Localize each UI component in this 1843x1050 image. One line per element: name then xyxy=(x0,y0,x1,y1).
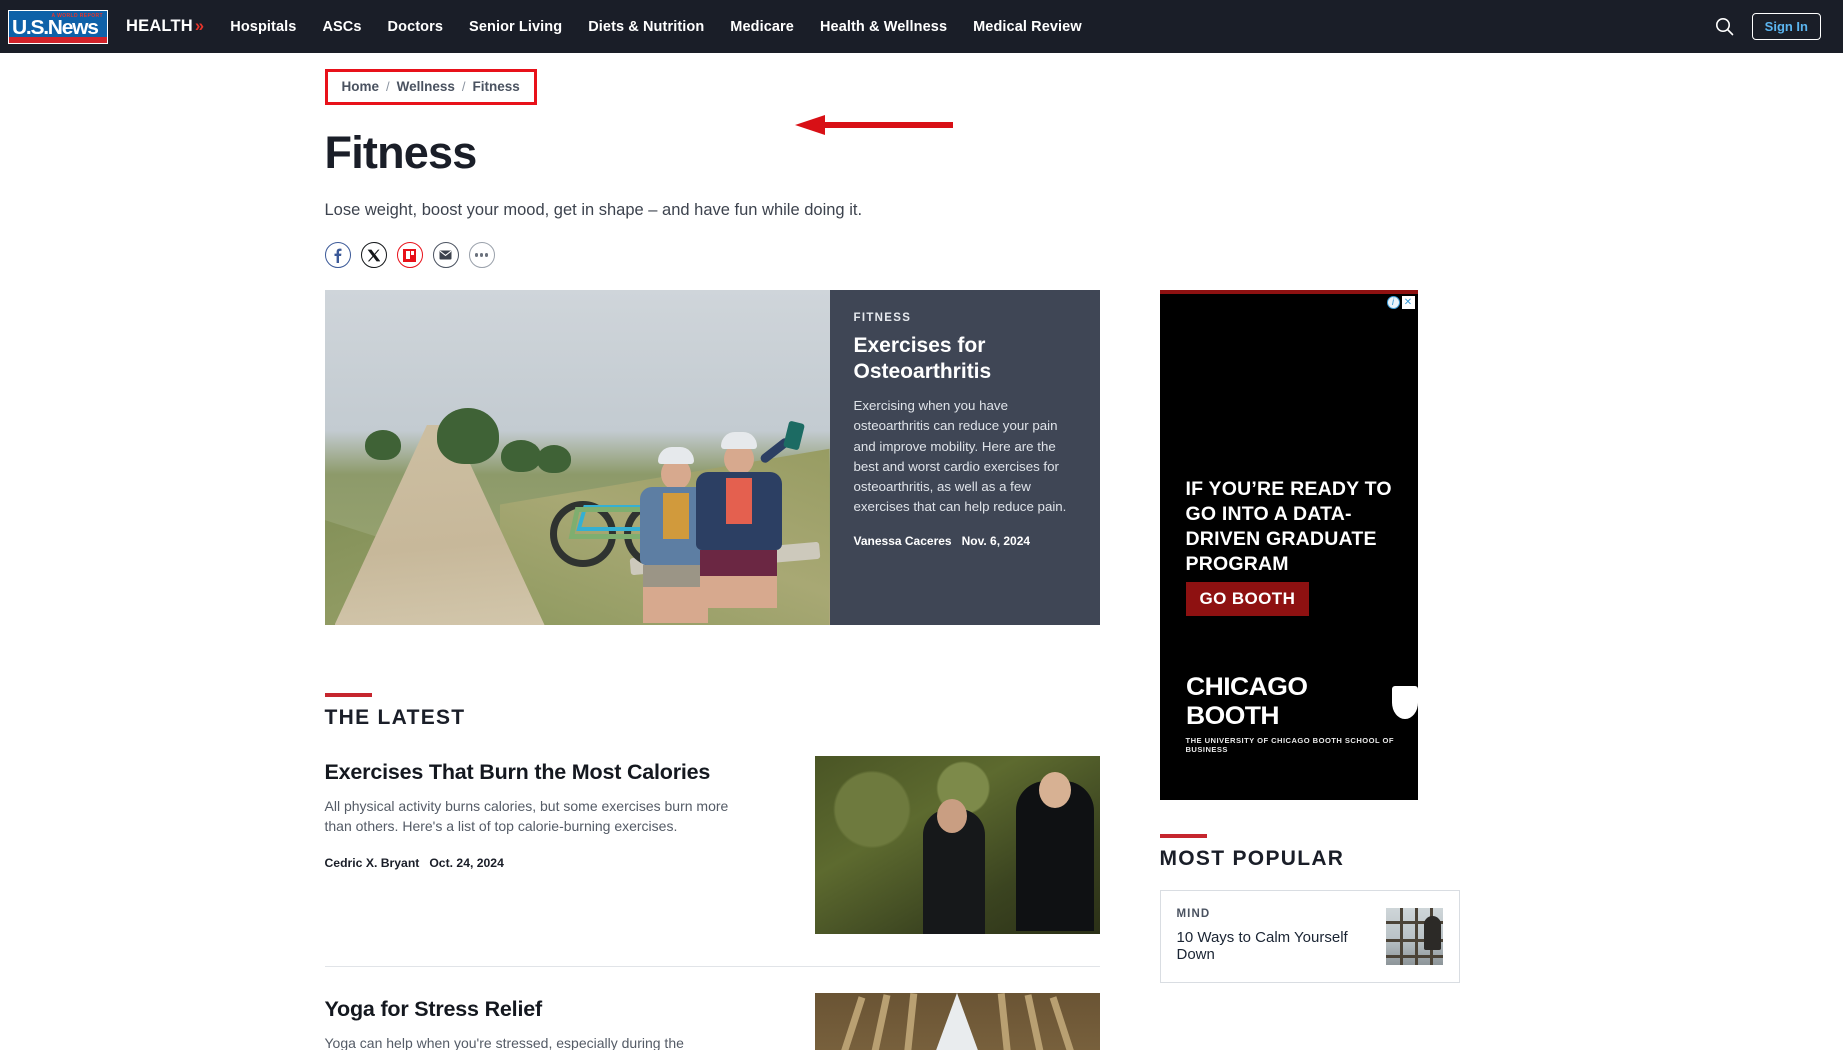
article-meta: Cedric X. Bryant Oct. 24, 2024 xyxy=(325,856,787,870)
main-column: FITNESS Exercises for Osteoarthritis Exe… xyxy=(324,290,1100,1050)
article-title[interactable]: Yoga for Stress Relief xyxy=(325,997,787,1022)
article-thumbnail[interactable] xyxy=(814,756,1100,934)
ad-controls: i ✕ xyxy=(1386,296,1415,309)
page-subtitle: Lose weight, boost your mood, get in sha… xyxy=(324,201,863,219)
most-popular-kicker: MIND xyxy=(1176,908,1211,920)
article-title[interactable]: Exercises That Burn the Most Calories xyxy=(325,760,787,785)
share-row xyxy=(324,242,1572,268)
article-row[interactable]: Exercises That Burn the Most Calories Al… xyxy=(324,730,1100,967)
ellipsis-glyph xyxy=(474,253,489,257)
breadcrumb[interactable]: Home / Wellness / Fitness xyxy=(324,69,537,105)
top-navigation-bar: A WORLD REPORT U.S.News HEALTH» Hospital… xyxy=(0,0,1843,53)
x-twitter-share-icon[interactable] xyxy=(360,242,387,268)
ad-info-icon[interactable]: i xyxy=(1386,296,1400,309)
flipboard-glyph xyxy=(403,248,416,262)
hero-phone xyxy=(782,420,805,451)
nav-link-health-wellness[interactable]: Health & Wellness xyxy=(820,19,947,35)
annotation-arrow-icon xyxy=(794,115,953,135)
ad-logo-wordmark: CHICAGO BOOTH xyxy=(1185,673,1308,730)
flipboard-share-icon[interactable] xyxy=(396,242,423,268)
nav-links: Hospitals ASCs Doctors Senior Living Die… xyxy=(230,19,1081,35)
nav-link-doctors[interactable]: Doctors xyxy=(388,19,444,35)
nav-link-hospitals[interactable]: Hospitals xyxy=(230,19,296,35)
email-share-icon[interactable] xyxy=(432,242,459,268)
hero-date: Nov. 6, 2024 xyxy=(961,534,1031,549)
list-item[interactable]: MIND 10 Ways to Calm Yourself Down xyxy=(1159,890,1460,983)
hero-image xyxy=(324,290,830,625)
search-icon[interactable] xyxy=(1715,17,1734,36)
article-body: Exercises That Burn the Most Calories Al… xyxy=(325,756,787,870)
lamp-silhouette xyxy=(1423,916,1441,950)
runner-face-left xyxy=(937,798,968,833)
hero-description: Exercising when you have osteoarthritis … xyxy=(853,398,1067,515)
more-share-icon[interactable] xyxy=(468,242,495,268)
hero-card[interactable]: FITNESS Exercises for Osteoarthritis Exe… xyxy=(324,290,1100,625)
article-thumbnail[interactable] xyxy=(814,993,1100,1050)
nav-section-health[interactable]: HEALTH» xyxy=(126,17,204,36)
article-author: Cedric X. Bryant xyxy=(324,855,420,870)
hero-person-right xyxy=(695,420,805,608)
most-popular-section: MOST POPULAR MIND 10 Ways to Calm Yourse… xyxy=(1159,834,1460,983)
nav-link-diets-nutrition[interactable]: Diets & Nutrition xyxy=(588,19,704,35)
most-popular-title[interactable]: 10 Ways to Calm Yourself Down xyxy=(1177,929,1372,963)
sidebar-column: i ✕ IF YOU’RE READY TO GO INTO A DATA-DR… xyxy=(1159,290,1460,983)
most-popular-thumbnail[interactable] xyxy=(1385,908,1443,965)
nav-right-group: Sign In xyxy=(1715,13,1821,40)
ad-advertiser-logo: CHICAGO BOOTH THE UNIVERSITY OF CHICAGO … xyxy=(1186,673,1418,754)
chevron-right-icon: » xyxy=(194,17,205,35)
main-grid: FITNESS Exercises for Osteoarthritis Exe… xyxy=(324,290,1572,1050)
article-body: Yoga for Stress Relief Yoga can help whe… xyxy=(325,993,787,1050)
yoga-pavilion-image xyxy=(814,993,1100,1050)
section-rule xyxy=(324,693,372,697)
page-body: Home / Wellness / Fitness Fitness Lose w… xyxy=(0,53,1843,1050)
hero-tree-mid xyxy=(500,440,541,472)
article-date: Oct. 24, 2024 xyxy=(429,855,504,870)
nav-link-medical-review[interactable]: Medical Review xyxy=(973,19,1082,35)
sign-in-button[interactable]: Sign In xyxy=(1751,13,1821,40)
hero-tree-small xyxy=(364,430,401,460)
ad-close-icon[interactable]: ✕ xyxy=(1401,296,1415,309)
breadcrumb-item-fitness[interactable]: Fitness xyxy=(473,79,520,94)
most-popular-body: MIND 10 Ways to Calm Yourself Down xyxy=(1177,908,1372,963)
hero-kicker: FITNESS xyxy=(853,312,912,324)
ad-headline: IF YOU’RE READY TO GO INTO A DATA-DRIVEN… xyxy=(1185,478,1392,575)
facebook-share-icon[interactable] xyxy=(324,242,351,268)
breadcrumb-item-wellness[interactable]: Wellness xyxy=(397,79,455,94)
ad-cta-button[interactable]: GO BOOTH xyxy=(1185,582,1310,616)
content-container: Home / Wellness / Fitness Fitness Lose w… xyxy=(272,53,1572,1050)
nav-section-label: HEALTH xyxy=(126,17,193,35)
breadcrumb-separator: / xyxy=(461,79,466,94)
most-popular-heading: MOST POPULAR xyxy=(1159,847,1345,870)
advertisement[interactable]: i ✕ IF YOU’RE READY TO GO INTO A DATA-DR… xyxy=(1159,290,1418,800)
hero-meta: Vanessa Caceres Nov. 6, 2024 xyxy=(854,534,1076,548)
hero-title[interactable]: Exercises for Osteoarthritis xyxy=(854,333,1076,384)
hero-tree-large xyxy=(436,408,499,464)
hero-author: Vanessa Caceres xyxy=(853,534,952,549)
breadcrumb-item-home[interactable]: Home xyxy=(342,79,380,94)
breadcrumb-zone: Home / Wellness / Fitness xyxy=(324,53,1572,135)
nav-link-senior-living[interactable]: Senior Living xyxy=(469,19,562,35)
hero-text-panel: FITNESS Exercises for Osteoarthritis Exe… xyxy=(829,290,1100,625)
breadcrumb-separator: / xyxy=(386,79,390,94)
logo-red-bar xyxy=(9,36,107,43)
latest-heading: THE LATEST xyxy=(324,706,466,729)
article-row[interactable]: Yoga for Stress Relief Yoga can help whe… xyxy=(325,967,1100,1050)
article-description: All physical activity burns calories, bu… xyxy=(324,798,729,835)
section-rule xyxy=(1159,834,1207,838)
nav-link-ascs[interactable]: ASCs xyxy=(322,19,361,35)
hero-tree-mid2 xyxy=(536,445,571,473)
latest-section-header: THE LATEST xyxy=(324,693,1100,730)
usnews-logo[interactable]: A WORLD REPORT U.S.News xyxy=(8,9,108,44)
runner-face-right xyxy=(1039,772,1071,809)
nav-link-medicare[interactable]: Medicare xyxy=(730,19,794,35)
article-description: Yoga can help when you're stressed, espe… xyxy=(324,1035,684,1050)
ad-logo-subtitle: THE UNIVERSITY OF CHICAGO BOOTH SCHOOL O… xyxy=(1185,736,1394,754)
